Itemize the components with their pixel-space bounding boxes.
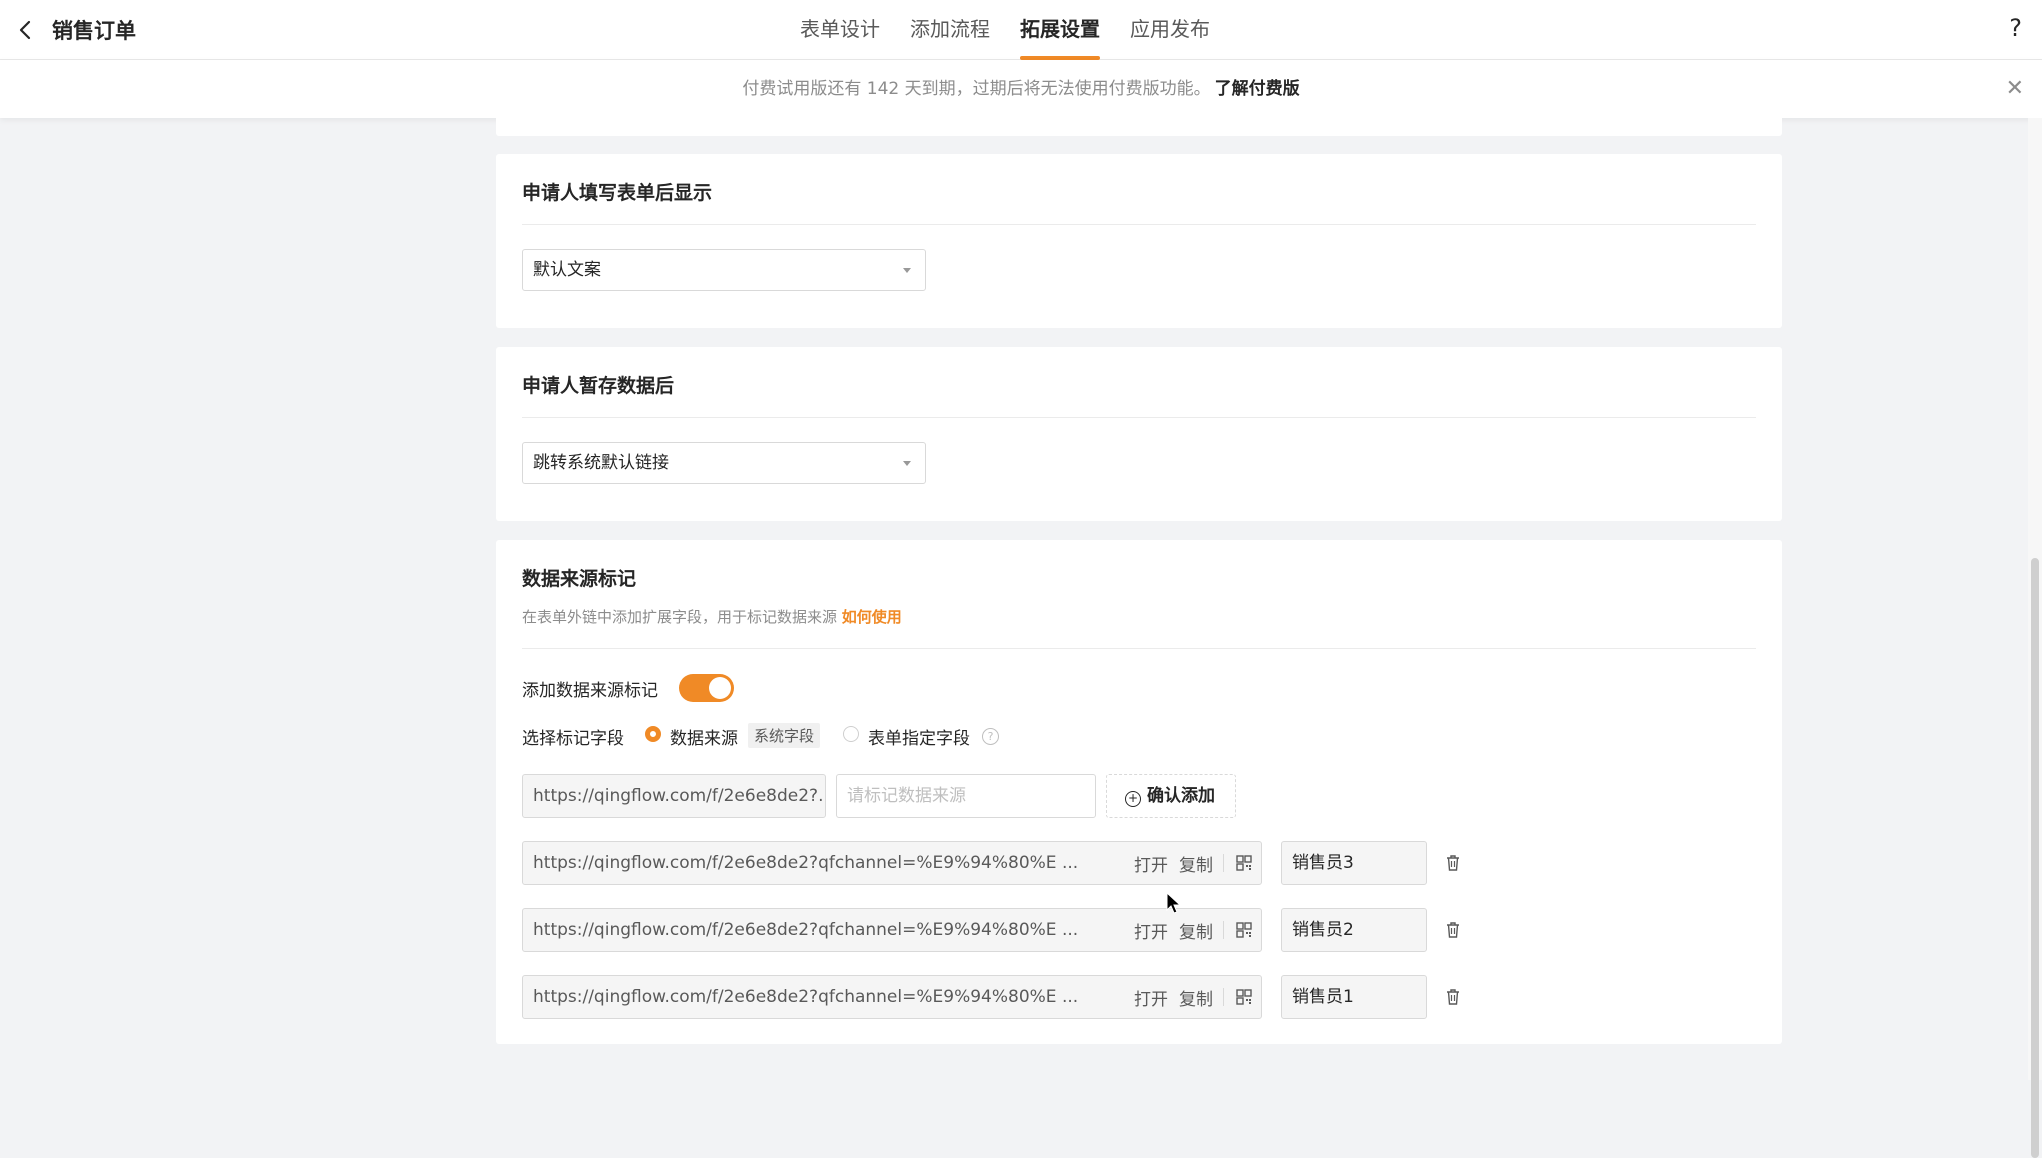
divider — [522, 417, 1756, 418]
link-url: https://qingflow.com/f/2e6e8de2?qfchanne… — [533, 920, 1079, 940]
divider — [522, 648, 1756, 649]
top-bar: 销售订单 表单设计 添加流程 拓展设置 应用发布 ? — [0, 0, 2042, 60]
link-name-field[interactable]: 销售员2 — [1281, 908, 1427, 952]
source-mark-desc-text: 在表单外链中添加扩展字段，用于标记数据来源 — [522, 608, 838, 626]
after-fill-select-value: 默认文案 — [533, 260, 601, 280]
qr-code-icon[interactable] — [1236, 922, 1252, 938]
link-url: https://qingflow.com/f/2e6e8de2?qfchanne… — [533, 987, 1079, 1007]
link-url: https://qingflow.com/f/2e6e8de2?qfchanne… — [533, 853, 1079, 873]
chevron-down-icon — [903, 268, 911, 273]
link-name-field[interactable]: 销售员1 — [1281, 975, 1427, 1019]
chevron-down-icon — [903, 461, 911, 466]
field-label: 选择标记字段 — [522, 729, 624, 749]
source-mark-title: 数据来源标记 — [522, 568, 637, 590]
trash-icon[interactable] — [1445, 854, 1461, 872]
radio-data-source[interactable] — [645, 726, 661, 742]
tab-app-publish[interactable]: 应用发布 — [1130, 0, 1210, 60]
system-field-tag: 系统字段 — [748, 723, 821, 748]
after-fill-card: 申请人填写表单后显示 默认文案 — [496, 154, 1782, 328]
source-mark-desc: 在表单外链中添加扩展字段，用于标记数据来源 如何使用 — [522, 606, 902, 627]
toggle-knob — [709, 677, 731, 699]
after-save-title: 申请人暂存数据后 — [522, 375, 675, 397]
qr-code-icon[interactable] — [1236, 989, 1252, 1005]
radio-data-source-label: 数据来源 — [670, 729, 738, 749]
trash-icon[interactable] — [1445, 921, 1461, 939]
tab-extend-settings[interactable]: 拓展设置 — [1020, 0, 1100, 60]
radio-form-field[interactable] — [843, 726, 859, 742]
vertical-scrollbar[interactable] — [2028, 118, 2042, 1158]
radio-form-field-label: 表单指定字段 — [868, 729, 970, 749]
previous-card-bottom — [496, 108, 1782, 136]
source-name-placeholder: 请标记数据来源 — [847, 786, 966, 806]
open-link-button[interactable]: 打开 — [1134, 918, 1168, 943]
how-to-use-link[interactable]: 如何使用 — [842, 608, 902, 626]
copy-link-button[interactable]: 复制 — [1179, 851, 1213, 876]
separator — [1223, 854, 1224, 872]
separator — [1223, 988, 1224, 1006]
qr-code-icon[interactable] — [1236, 855, 1252, 871]
after-save-select-value: 跳转系统默认链接 — [533, 453, 669, 473]
link-name-field[interactable]: 销售员3 — [1281, 841, 1427, 885]
trial-notice-text: 付费试用版还有 142 天到期，过期后将无法使用付费版功能。 — [742, 79, 1211, 99]
toggle-label: 添加数据来源标记 — [522, 681, 658, 701]
tab-bar: 表单设计 添加流程 拓展设置 应用发布 — [800, 0, 1240, 60]
app-title: 销售订单 — [52, 19, 136, 43]
copy-link-button[interactable]: 复制 — [1179, 918, 1213, 943]
source-mark-toggle[interactable] — [679, 674, 734, 702]
help-icon[interactable]: ? — [2009, 14, 2022, 42]
learn-paid-link[interactable]: 了解付费版 — [1215, 79, 1300, 99]
question-icon[interactable]: ? — [982, 728, 999, 745]
open-link-button[interactable]: 打开 — [1134, 985, 1168, 1010]
confirm-add-button[interactable]: + 确认添加 — [1106, 774, 1236, 818]
confirm-add-label: 确认添加 — [1147, 786, 1215, 806]
close-icon[interactable]: ✕ — [2006, 60, 2024, 118]
source-name-input[interactable]: 请标记数据来源 — [836, 774, 1096, 818]
copy-link-button[interactable]: 复制 — [1179, 985, 1213, 1010]
after-save-select[interactable]: 跳转系统默认链接 — [522, 442, 926, 484]
divider — [522, 224, 1756, 225]
tab-form-design[interactable]: 表单设计 — [800, 0, 880, 60]
back-arrow-icon[interactable] — [14, 17, 40, 43]
plus-circle-icon: + — [1125, 791, 1141, 807]
new-link-field: https://qingflow.com/f/2e6e8de2?... — [522, 774, 826, 818]
scrollbar-thumb[interactable] — [2031, 558, 2039, 1158]
mouse-cursor-icon — [1166, 892, 1182, 914]
open-link-button[interactable]: 打开 — [1134, 851, 1168, 876]
separator — [1223, 921, 1224, 939]
after-fill-select[interactable]: 默认文案 — [522, 249, 926, 291]
after-save-card: 申请人暂存数据后 跳转系统默认链接 — [496, 347, 1782, 521]
trash-icon[interactable] — [1445, 988, 1461, 1006]
after-fill-title: 申请人填写表单后显示 — [522, 182, 713, 204]
tab-add-process[interactable]: 添加流程 — [910, 0, 990, 60]
source-mark-card: 数据来源标记 在表单外链中添加扩展字段，用于标记数据来源 如何使用 添加数据来源… — [496, 540, 1782, 1044]
